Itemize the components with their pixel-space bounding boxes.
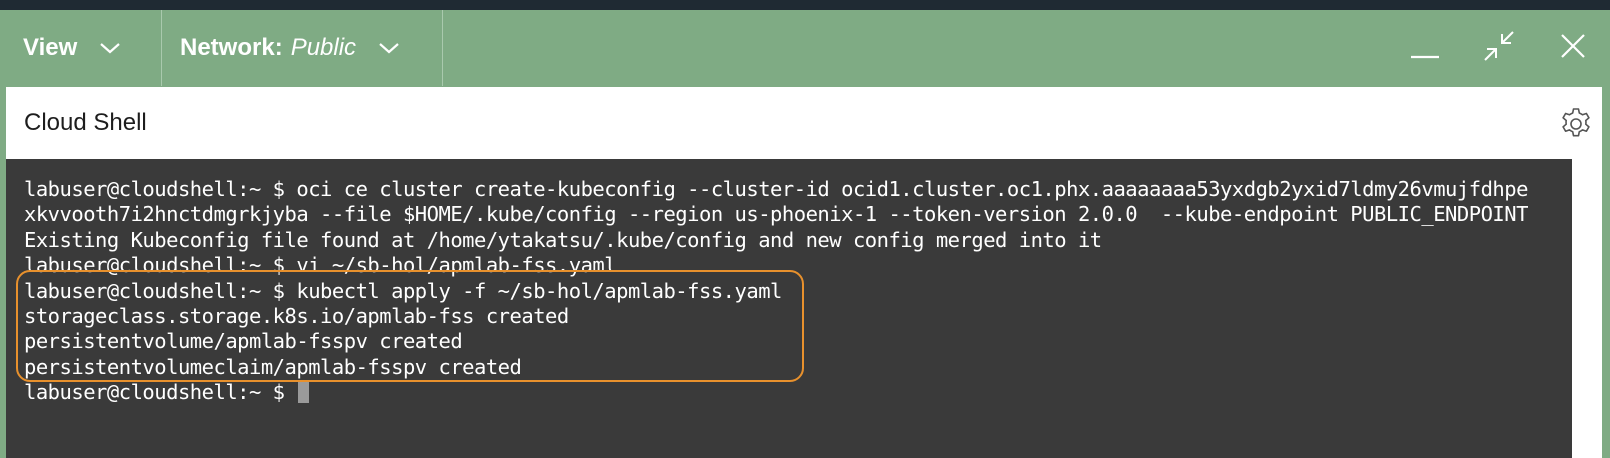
- terminal-line: Existing Kubeconfig file found at /home/…: [24, 227, 1102, 252]
- minimize-button[interactable]: [1388, 10, 1462, 86]
- chevron-down-icon: [99, 34, 121, 62]
- terminal-cursor: [298, 380, 310, 404]
- cloud-shell-window: View Network: Public Cloud Shell labuser…: [0, 10, 1610, 458]
- terminal-line: labuser@cloudshell:~ $ vi ~/sb-hol/apmla…: [24, 253, 617, 278]
- terminal-line: persistentvolume/apmlab-fsspv created: [24, 329, 463, 354]
- view-menu-label: View: [23, 34, 78, 61]
- restore-icon: [1483, 30, 1515, 67]
- network-menu[interactable]: Network: Public: [162, 10, 443, 86]
- terminal-prompt-line: labuser@cloudshell:~ $: [24, 380, 1572, 405]
- network-menu-label: Network:: [180, 34, 283, 61]
- terminal-line: storageclass.storage.k8s.io/apmlab-fss c…: [24, 303, 569, 328]
- terminal-line: persistentvolumeclaim/apmlab-fsspv creat…: [24, 354, 522, 379]
- terminal-line: labuser@cloudshell:~ $ oci ce cluster cr…: [24, 177, 1528, 201]
- toolbar: View Network: Public: [0, 10, 1610, 86]
- terminal-output[interactable]: labuser@cloudshell:~ $ oci ce cluster cr…: [6, 159, 1572, 458]
- panel-header: Cloud Shell: [6, 87, 1602, 159]
- window-controls: [1388, 10, 1610, 86]
- minimize-icon: [1410, 31, 1440, 66]
- close-button[interactable]: [1536, 10, 1610, 86]
- cloud-shell-panel: Cloud Shell labuser@cloudshell:~ $ oci c…: [6, 87, 1602, 458]
- network-menu-value: Public: [290, 34, 357, 61]
- terminal-line: labuser@cloudshell:~ $ kubectl apply -f …: [24, 278, 782, 303]
- terminal-prompt: labuser@cloudshell:~ $: [24, 380, 297, 405]
- close-icon: [1559, 32, 1587, 65]
- panel-title: Cloud Shell: [24, 109, 147, 136]
- view-menu[interactable]: View: [0, 10, 162, 86]
- gear-icon[interactable]: [1558, 105, 1594, 141]
- restore-button[interactable]: [1462, 10, 1536, 86]
- terminal-line: xkvvooth7i2hnctdmgrkjyba --file $HOME/.k…: [24, 202, 1528, 227]
- chevron-down-icon: [378, 34, 400, 62]
- scroll-gutter: [1572, 159, 1602, 458]
- top-strip: [0, 0, 1610, 10]
